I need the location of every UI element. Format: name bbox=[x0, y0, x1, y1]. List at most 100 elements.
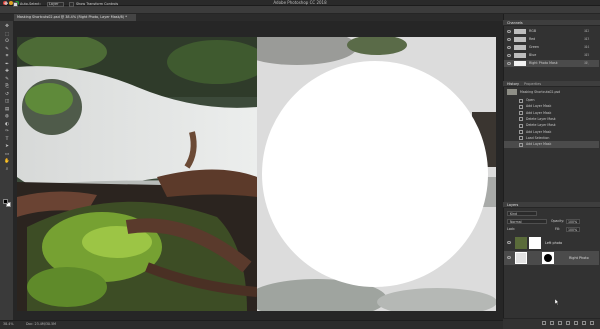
left-photo-image bbox=[17, 37, 257, 311]
eyedropper-icon[interactable]: ✒ bbox=[3, 62, 11, 67]
visibility-eye-icon[interactable] bbox=[507, 62, 511, 65]
channel-shortcut: ⌘3 bbox=[584, 37, 590, 41]
status-bar bbox=[0, 320, 503, 329]
path-select-icon[interactable]: ➤ bbox=[3, 144, 11, 149]
document-tab[interactable]: Masking Shortcuts02.psd @ 38.4% (Right P… bbox=[14, 14, 136, 21]
history-step-icon bbox=[519, 142, 523, 147]
fill-input[interactable]: 100% bbox=[566, 227, 580, 232]
layer-style-icon[interactable] bbox=[550, 321, 554, 325]
marquee-icon[interactable]: ⬚ bbox=[3, 32, 11, 37]
auto-select-value: Layer bbox=[49, 2, 59, 6]
channel-shortcut: ⌘5 bbox=[584, 53, 590, 57]
channel-label: Right Photo Mask bbox=[529, 61, 558, 65]
channel-row[interactable]: Red ⌘3 bbox=[504, 36, 599, 43]
options-bar bbox=[0, 6, 600, 14]
channel-label: Green bbox=[529, 45, 539, 49]
layer-thumbnail bbox=[515, 252, 527, 264]
move-tool-preset-icon[interactable]: ✥ bbox=[4, 1, 8, 7]
stamp-icon[interactable]: ⎘ bbox=[3, 84, 11, 89]
layer-filter-dropdown[interactable]: Kind bbox=[507, 211, 537, 216]
layer-mask-circle bbox=[262, 61, 488, 287]
history-step-icon bbox=[519, 136, 523, 141]
pen-icon[interactable]: ✑ bbox=[3, 129, 11, 134]
blend-mode-value: Normal bbox=[510, 220, 522, 224]
lasso-icon[interactable]: ʘ bbox=[3, 39, 11, 44]
blur-icon[interactable]: ◍ bbox=[3, 114, 11, 119]
snapshot-label: Masking Shortcuts02.psd bbox=[520, 90, 561, 94]
visibility-eye-icon[interactable] bbox=[507, 38, 511, 41]
history-step-icon bbox=[519, 111, 523, 116]
new-layer-icon[interactable] bbox=[582, 321, 586, 325]
shape-icon[interactable]: ▭ bbox=[3, 152, 11, 157]
zoom-icon[interactable]: ⌕ bbox=[3, 167, 11, 172]
tab-history[interactable]: History bbox=[507, 81, 519, 87]
adjustment-layer-icon[interactable] bbox=[566, 321, 570, 325]
healing-icon[interactable]: ✚ bbox=[3, 69, 11, 74]
channel-row[interactable]: Green ⌘4 bbox=[504, 44, 599, 51]
dodge-icon[interactable]: ◐ bbox=[3, 122, 11, 127]
move-icon[interactable]: ✥ bbox=[3, 24, 11, 29]
quick-select-icon[interactable]: ✎ bbox=[3, 47, 11, 52]
tab-properties[interactable]: Properties bbox=[524, 81, 541, 87]
layer-thumbnail bbox=[515, 237, 527, 249]
layer-row-left-photo[interactable]: Left photo bbox=[504, 236, 599, 250]
show-transform-label: Show Transform Controls bbox=[76, 2, 119, 6]
auto-select-label: Auto-Select: bbox=[20, 2, 41, 6]
channel-thumbnail bbox=[514, 29, 526, 34]
blend-mode-dropdown[interactable]: Normal bbox=[507, 219, 547, 224]
layer-mask-thumbnail[interactable] bbox=[542, 252, 554, 264]
auto-select-checkbox[interactable] bbox=[13, 1, 18, 7]
trash-icon[interactable] bbox=[590, 321, 594, 325]
link-layers-icon[interactable] bbox=[542, 321, 546, 325]
zoom-level[interactable]: 38.4% bbox=[3, 322, 13, 326]
new-group-icon[interactable] bbox=[574, 321, 578, 325]
lock-label: Lock: bbox=[507, 227, 516, 231]
tab-channels[interactable]: Channels bbox=[507, 20, 523, 26]
history-state-label: Add Layer Mask bbox=[526, 142, 552, 147]
foreground-color-swatch[interactable] bbox=[3, 199, 8, 204]
channel-thumbnail bbox=[514, 53, 526, 58]
history-step-icon bbox=[519, 123, 523, 128]
visibility-eye-icon[interactable] bbox=[507, 30, 511, 33]
type-icon[interactable]: T bbox=[3, 137, 11, 142]
channel-row[interactable]: Right Photo Mask ⌘\ bbox=[504, 60, 599, 67]
visibility-eye-icon[interactable] bbox=[507, 54, 511, 57]
opacity-input[interactable]: 100% bbox=[566, 219, 580, 224]
snapshot-thumbnail bbox=[507, 89, 517, 95]
gradient-icon[interactable]: ▤ bbox=[3, 107, 11, 112]
mouse-cursor-icon bbox=[555, 299, 559, 305]
channel-row[interactable]: Blue ⌘5 bbox=[504, 52, 599, 59]
layer-row-right-photo[interactable]: Right Photo bbox=[504, 251, 599, 265]
channel-thumbnail bbox=[514, 45, 526, 50]
fill-label: Fill: bbox=[555, 227, 561, 231]
channel-shortcut: ⌘2 bbox=[584, 29, 590, 33]
hand-icon[interactable]: ✋ bbox=[3, 159, 11, 164]
channel-thumbnail bbox=[514, 61, 526, 66]
add-mask-icon[interactable] bbox=[558, 321, 562, 325]
visibility-eye-icon[interactable] bbox=[507, 241, 511, 244]
history-state[interactable]: Add Layer Mask bbox=[504, 141, 599, 149]
channel-row[interactable]: RGB ⌘2 bbox=[504, 28, 599, 35]
eraser-icon[interactable]: ◫ bbox=[3, 99, 11, 104]
history-step-icon bbox=[519, 130, 523, 134]
history-step-icon bbox=[519, 117, 523, 122]
channel-label: RGB bbox=[529, 29, 537, 33]
layer-filter-label: Kind bbox=[510, 212, 518, 216]
history-step-icon bbox=[519, 98, 523, 103]
layer-name: Left photo bbox=[545, 241, 563, 245]
brush-icon[interactable]: ✎ bbox=[3, 77, 11, 82]
history-brush-icon[interactable]: ↺ bbox=[3, 92, 11, 97]
layer-mask-thumbnail[interactable] bbox=[529, 237, 541, 249]
visibility-eye-icon[interactable] bbox=[507, 256, 511, 259]
show-transform-checkbox[interactable] bbox=[69, 1, 74, 7]
crop-icon[interactable]: ⌗ bbox=[3, 54, 11, 59]
channel-label: Red bbox=[529, 37, 536, 41]
history-snapshot[interactable]: Masking Shortcuts02.psd bbox=[504, 88, 599, 96]
channel-thumbnail bbox=[514, 37, 526, 42]
tab-layers[interactable]: Layers bbox=[507, 202, 518, 208]
doc-size-info[interactable]: Doc: 23.4M/30.5M bbox=[26, 322, 56, 326]
history-step-icon bbox=[519, 104, 523, 109]
visibility-eye-icon[interactable] bbox=[507, 46, 511, 49]
channel-shortcut: ⌘\ bbox=[584, 61, 589, 65]
channel-shortcut: ⌘4 bbox=[584, 45, 590, 49]
